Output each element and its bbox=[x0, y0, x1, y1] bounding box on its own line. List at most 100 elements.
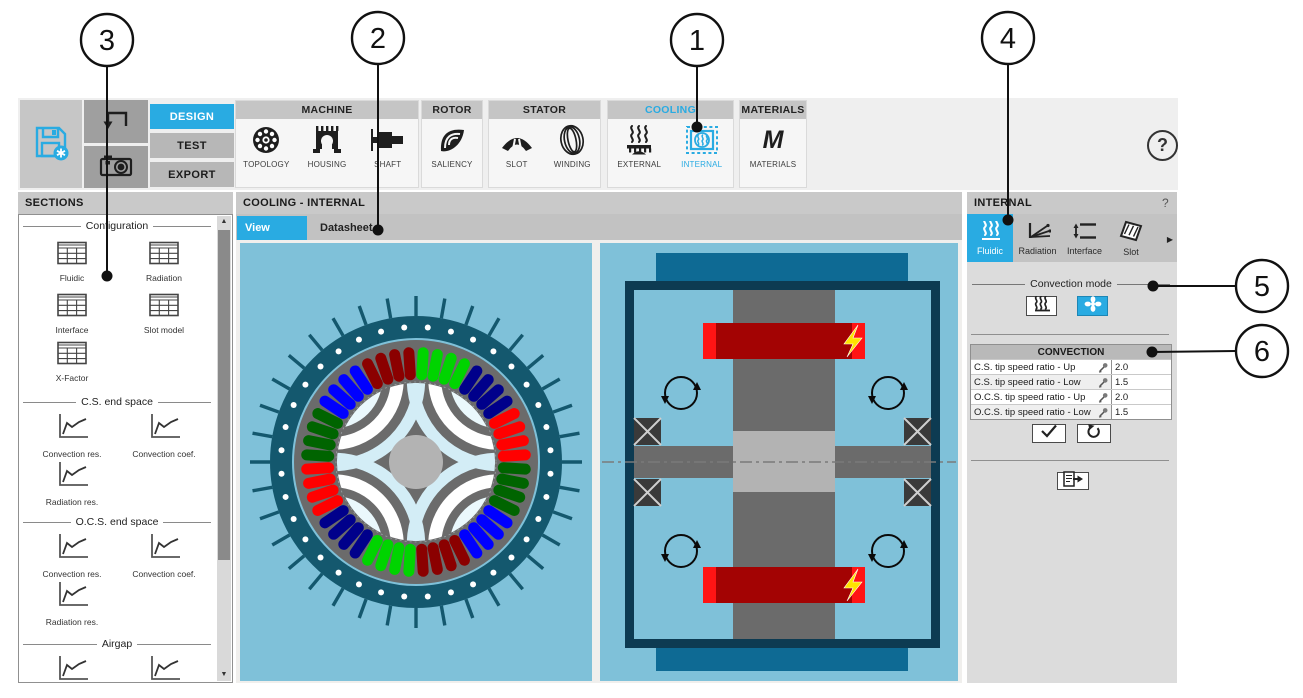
section-item-ocs-convection-coef[interactable]: Convection coef. bbox=[119, 531, 209, 579]
materials-icon: M bbox=[758, 122, 788, 158]
camera-icon bbox=[98, 151, 134, 183]
pin-icon[interactable] bbox=[1098, 377, 1111, 388]
export-icon bbox=[1062, 470, 1084, 492]
pin-icon[interactable] bbox=[1098, 407, 1111, 418]
legend-cs-end-space: C.S. end space bbox=[23, 395, 211, 409]
toolbar-item-saliency[interactable]: SALIENCY bbox=[422, 122, 482, 187]
scroll-down-icon[interactable]: ▼ bbox=[217, 669, 231, 681]
tab-view[interactable]: View bbox=[237, 216, 307, 240]
section-item-cs-convection-res[interactable]: Convection res. bbox=[27, 411, 117, 459]
toolbar-item-housing[interactable]: HOUSING bbox=[297, 122, 358, 187]
slot-model-icon bbox=[1119, 220, 1143, 244]
scroll-up-icon[interactable]: ▲ bbox=[217, 216, 231, 228]
svg-text:5: 5 bbox=[1254, 271, 1270, 303]
convection-mode-group: Convection mode bbox=[972, 278, 1170, 290]
section-item-ocs-convection-res[interactable]: Convection res. bbox=[27, 531, 117, 579]
apply-button[interactable] bbox=[1032, 424, 1066, 443]
natural-convection-button[interactable] bbox=[1026, 295, 1057, 317]
section-item-cs-convection-coef[interactable]: Convection coef. bbox=[119, 411, 209, 459]
forced-convection-button[interactable] bbox=[1077, 295, 1108, 317]
sections-panel: Configuration Fluidic Radiation Interfac… bbox=[18, 214, 233, 683]
test-mode-button[interactable]: TEST bbox=[150, 133, 234, 158]
toolbar-item-external[interactable]: EXTERNAL bbox=[608, 122, 671, 187]
table-row: C.S. tip speed ratio - Up 2.0 bbox=[971, 359, 1171, 374]
slot-icon bbox=[499, 122, 535, 158]
toolbar-group-rotor: ROTOR SALIENCY bbox=[421, 100, 483, 188]
help-icon[interactable]: ? bbox=[1147, 130, 1178, 161]
pin-icon[interactable] bbox=[1098, 392, 1111, 403]
main-panel-title: COOLING - INTERNAL bbox=[236, 192, 962, 214]
section-item-airgap-2[interactable] bbox=[119, 653, 209, 682]
toolbar-item-winding[interactable]: WINDING bbox=[545, 122, 601, 187]
reset-button[interactable] bbox=[1077, 424, 1111, 443]
sections-panel-title: SECTIONS bbox=[18, 192, 233, 214]
convection-forced-icon bbox=[1082, 295, 1104, 317]
convection-table-header: CONVECTION bbox=[971, 345, 1171, 359]
table-icon bbox=[57, 341, 87, 370]
internal-cooling-icon bbox=[683, 122, 721, 158]
more-tabs-icon[interactable]: ▶ bbox=[1167, 235, 1173, 244]
toolbar-item-internal[interactable]: INTERNAL bbox=[671, 122, 734, 187]
pin-icon[interactable] bbox=[1098, 362, 1111, 373]
panel-help-icon[interactable]: ? bbox=[1162, 196, 1169, 210]
main-tab-bar: View Datasheet bbox=[236, 214, 962, 240]
motor-cross-section-view bbox=[240, 243, 592, 681]
section-item-interface[interactable]: Interface bbox=[27, 293, 117, 335]
design-mode-button[interactable]: DESIGN bbox=[150, 104, 234, 129]
toolbar-item-materials[interactable]: M MATERIALS bbox=[740, 122, 806, 187]
undo-icon bbox=[100, 105, 132, 138]
internal-panel-title: INTERNAL ? bbox=[967, 192, 1177, 214]
section-item-x-factor[interactable]: X-Factor bbox=[27, 341, 117, 383]
table-icon bbox=[149, 241, 179, 270]
winding-icon bbox=[557, 122, 587, 158]
fluidic-settings-pane: Convection mode CONVECTION C.S. tip spee… bbox=[967, 262, 1177, 683]
export-mode-button[interactable]: EXPORT bbox=[150, 162, 234, 187]
legend-ocs-end-space: O.C.S. end space bbox=[23, 515, 211, 529]
value-cell[interactable]: 2.0 bbox=[1111, 390, 1171, 404]
chart-icon bbox=[54, 459, 90, 494]
group-title-machine: MACHINE bbox=[236, 101, 418, 119]
section-item-slot-model[interactable]: Slot model bbox=[119, 293, 209, 335]
toolbar-item-topology[interactable]: TOPOLOGY bbox=[236, 122, 297, 187]
convection-table: CONVECTION C.S. tip speed ratio - Up 2.0… bbox=[970, 344, 1172, 420]
rtab-interface[interactable]: Interface bbox=[1062, 214, 1107, 262]
rtab-radiation[interactable]: Radiation bbox=[1015, 214, 1060, 262]
screenshot-button[interactable] bbox=[84, 146, 148, 188]
svg-text:3: 3 bbox=[99, 25, 115, 57]
chart-icon bbox=[146, 653, 182, 682]
toolbar-group-stator: STATOR SLOT WINDING bbox=[488, 100, 601, 188]
svg-text:6: 6 bbox=[1254, 336, 1270, 368]
toolbar-group-cooling: COOLING EXTERNAL INTERNAL bbox=[607, 100, 734, 188]
cooling-view-canvas bbox=[236, 240, 962, 683]
legend-airgap: Airgap bbox=[23, 637, 211, 651]
table-icon bbox=[57, 241, 87, 270]
section-item-radiation[interactable]: Radiation bbox=[119, 241, 209, 283]
toolbar-item-slot[interactable]: SLOT bbox=[489, 122, 545, 187]
value-cell[interactable]: 1.5 bbox=[1111, 375, 1171, 389]
rtab-slot[interactable]: Slot bbox=[1109, 214, 1153, 262]
internal-tab-bar: Fluidic Radiation Interface Slot ▶ bbox=[967, 214, 1177, 262]
toolbar-item-shaft[interactable]: SHAFT bbox=[357, 122, 418, 187]
scrollbar-thumb[interactable] bbox=[218, 230, 230, 560]
sections-scrollbar[interactable]: ▲ ▼ bbox=[217, 216, 231, 681]
convection-natural-icon bbox=[1030, 295, 1054, 317]
section-item-cs-radiation-res[interactable]: Radiation res. bbox=[27, 459, 117, 507]
chart-icon bbox=[54, 579, 90, 614]
save-button[interactable] bbox=[20, 100, 82, 188]
section-item-ocs-radiation-res[interactable]: Radiation res. bbox=[27, 579, 117, 627]
apply-icon bbox=[1038, 423, 1060, 444]
section-item-fluidic[interactable]: Fluidic bbox=[27, 241, 117, 283]
export-data-button[interactable] bbox=[1057, 470, 1089, 492]
svg-text:2: 2 bbox=[370, 23, 386, 55]
section-item-airgap-1[interactable] bbox=[27, 653, 117, 682]
chart-icon bbox=[146, 411, 182, 446]
value-cell[interactable]: 2.0 bbox=[1111, 360, 1171, 374]
value-cell[interactable]: 1.5 bbox=[1111, 405, 1171, 419]
fluidic-icon bbox=[977, 217, 1003, 243]
undo-button[interactable] bbox=[84, 100, 148, 143]
chart-icon bbox=[146, 531, 182, 566]
table-row: C.S. tip speed ratio - Low 1.5 bbox=[971, 374, 1171, 389]
tab-datasheet[interactable]: Datasheet bbox=[312, 216, 382, 240]
svg-text:4: 4 bbox=[1000, 23, 1016, 55]
rtab-fluidic[interactable]: Fluidic bbox=[967, 214, 1013, 262]
